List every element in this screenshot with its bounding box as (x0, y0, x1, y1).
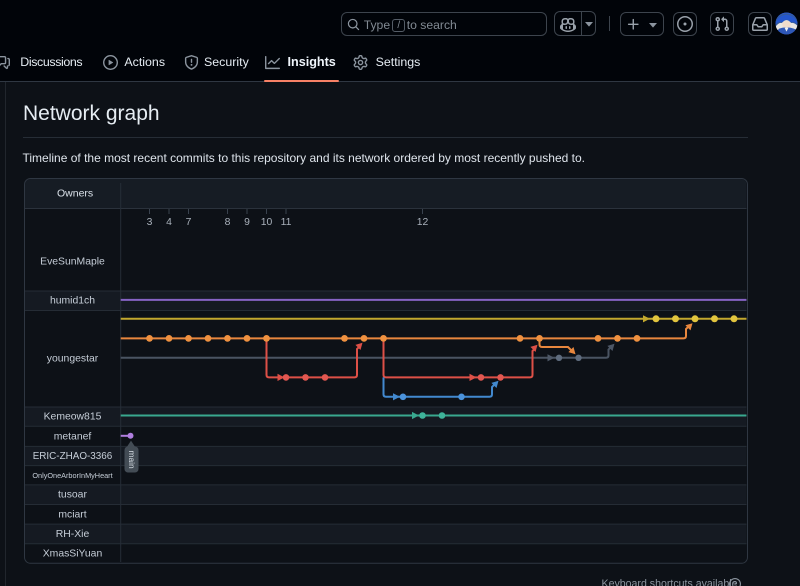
svg-text:metanef: metanef (54, 431, 92, 442)
svg-text:7: 7 (186, 217, 192, 228)
svg-text:EveSunMaple: EveSunMaple (40, 257, 105, 268)
svg-text:RH-Xie: RH-Xie (56, 529, 90, 540)
svg-text:10: 10 (261, 217, 273, 228)
svg-text:9: 9 (244, 217, 250, 228)
svg-text:4: 4 (166, 217, 172, 228)
svg-text:youngestar: youngestar (47, 354, 99, 365)
svg-text:OnlyOneArborInMyHeart: OnlyOneArborInMyHeart (32, 471, 112, 480)
svg-text:tusoar: tusoar (58, 490, 87, 501)
svg-text:8: 8 (225, 217, 231, 228)
svg-text:main: main (127, 451, 137, 469)
svg-text:Kemeow815: Kemeow815 (44, 412, 102, 423)
svg-text:Owners: Owners (57, 187, 93, 199)
svg-text:humid1ch: humid1ch (50, 296, 95, 307)
svg-text:12: 12 (417, 217, 429, 228)
svg-text:mciart: mciart (58, 509, 86, 520)
svg-text:3: 3 (147, 217, 153, 228)
svg-text:11: 11 (281, 217, 292, 228)
svg-text:XmasSiYuan: XmasSiYuan (43, 549, 103, 560)
svg-text:ERIC-ZHAO-3366: ERIC-ZHAO-3366 (33, 451, 113, 462)
